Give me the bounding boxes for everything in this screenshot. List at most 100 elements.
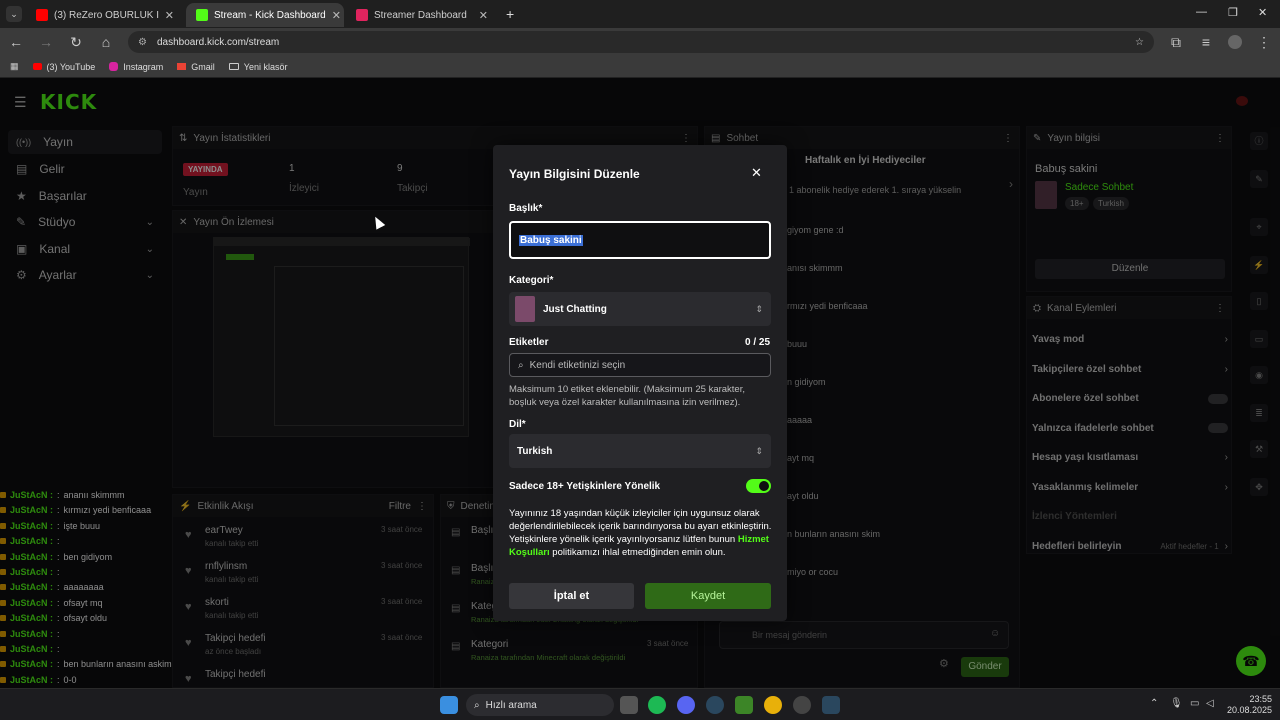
sidebar-item-gelir[interactable]: ▤ Gelir <box>8 157 162 181</box>
close-icon[interactable]: ✕ <box>332 9 341 22</box>
bookmark-instagram[interactable]: Instagram <box>109 62 163 72</box>
puzzle-icon[interactable]: ✥ <box>1250 478 1268 496</box>
toggle-switch[interactable] <box>1208 423 1228 433</box>
close-icon[interactable]: ✕ <box>479 9 488 22</box>
new-tab-button[interactable]: + <box>506 6 514 22</box>
bookmark-folder[interactable]: Yeni klasör <box>228 62 287 72</box>
taskbar-search[interactable]: ⌕ Hızlı arama <box>466 694 614 716</box>
gear-icon[interactable]: ⚙ <box>939 657 949 670</box>
minimize-button[interactable]: — <box>1196 6 1207 18</box>
bookmark-youtube[interactable]: (3) YouTube <box>32 62 95 72</box>
channel-action-item[interactable]: Yalnızca ifadelerle sohbet <box>1032 423 1228 434</box>
url-text: dashboard.kick.com/stream <box>156 36 280 48</box>
file-explorer-icon[interactable] <box>620 696 638 714</box>
channel-action-item[interactable]: Yavaş mod › <box>1032 334 1228 345</box>
tab-kick-dashboard[interactable]: Stream - Kick Dashboard ✕ <box>186 3 344 27</box>
media-icon[interactable]: ≡ <box>1198 34 1214 50</box>
app-icon[interactable] <box>793 696 811 714</box>
sidebar-item-studyo[interactable]: ✎ Stüdyo ⌄ <box>8 210 162 234</box>
extensions-icon[interactable]: ⧉ <box>1168 34 1184 51</box>
language-select[interactable]: Turkish ⇕ <box>509 434 771 468</box>
sidebar-item-kanal[interactable]: ▣ Kanal ⌄ <box>8 237 162 261</box>
close-icon[interactable]: ✕ <box>751 165 762 181</box>
lightning-icon[interactable]: ⚡ <box>1250 256 1268 274</box>
sidebar-item-basarilar[interactable]: ★ Başarılar <box>8 184 162 208</box>
toggle-switch[interactable] <box>1208 393 1228 404</box>
channel-action-item[interactable]: Yasaklanmış kelimeler › <box>1032 482 1228 493</box>
chat-username: JuStAcN : <box>10 520 54 531</box>
discord-icon[interactable] <box>677 696 695 714</box>
spotify-icon[interactable] <box>648 696 666 714</box>
bookmark-gmail[interactable]: Gmail <box>177 62 215 72</box>
chat-input[interactable]: Bir mesaj gönderin ☺ <box>719 621 1009 649</box>
mature-help-part: Yayınınız 18 yaşından küçük izleyiciler … <box>509 508 772 545</box>
send-button[interactable]: Gönder <box>961 657 1009 677</box>
channel-action-item[interactable]: Abonelere özel sohbet <box>1032 393 1228 404</box>
site-info-icon[interactable]: ⚙ <box>138 37 147 48</box>
target-icon[interactable]: ⌖ <box>1250 218 1268 236</box>
more-icon[interactable]: ⋮ <box>1215 133 1225 144</box>
category-link[interactable]: Sadece Sohbet <box>1065 182 1133 193</box>
edit-button[interactable]: Düzenle <box>1035 259 1225 279</box>
bookmark-star-icon[interactable]: ☆ <box>1135 37 1144 48</box>
notification-icon[interactable] <box>1236 96 1248 106</box>
save-button[interactable]: Kaydet <box>645 583 771 609</box>
mature-toggle[interactable] <box>746 479 771 493</box>
emoji-icon[interactable]: ☺ <box>990 628 1000 639</box>
category-select[interactable]: Just Chatting ⇕ <box>509 292 771 326</box>
tray-chevron-icon[interactable]: ⌃ <box>1150 698 1158 709</box>
tab-youtube[interactable]: (3) ReZero OBURLUK IF TÜRKÇ ✕ <box>26 3 184 27</box>
more-icon[interactable]: ⋮ <box>1215 303 1225 314</box>
apps-icon[interactable]: ▦ <box>10 61 19 72</box>
hamburger-icon[interactable]: ☰ <box>14 94 27 111</box>
channel-action-item[interactable]: Hesap yaşı kısıtlaması › <box>1032 452 1228 463</box>
menu-icon[interactable]: ⋮ <box>1256 34 1272 51</box>
volume-icon[interactable]: ◁ <box>1206 698 1214 709</box>
support-button[interactable]: ☎ <box>1236 646 1266 676</box>
filter-button[interactable]: Filtre <box>389 501 411 512</box>
chevron-right-icon[interactable]: › <box>1009 177 1013 191</box>
badge-icon <box>0 553 6 560</box>
sidebar-item-ayarlar[interactable]: ⚙ Ayarlar ⌄ <box>8 263 162 287</box>
close-window-button[interactable]: ✕ <box>1258 6 1267 19</box>
info-icon[interactable]: ⓘ <box>1250 132 1268 150</box>
channel-action-item[interactable]: İzlenci Yöntemleri <box>1032 511 1228 522</box>
cancel-button[interactable]: İptal et <box>509 583 634 609</box>
tab-streamer-dashboard[interactable]: Streamer Dashboard ✕ <box>346 3 498 27</box>
url-field[interactable]: ⚙ dashboard.kick.com/stream ☆ <box>128 31 1154 53</box>
minecraft-icon[interactable] <box>735 696 753 714</box>
chrome-icon[interactable] <box>764 696 782 714</box>
pencil-icon[interactable]: ✎ <box>1250 170 1268 188</box>
channel-action-item[interactable]: Takipçilere özel sohbet › <box>1032 364 1228 375</box>
wrench-icon[interactable]: ⚒ <box>1250 440 1268 458</box>
clock[interactable]: 23:55 20.08.2025 <box>1226 694 1272 716</box>
windows-start-icon[interactable] <box>440 696 458 714</box>
close-icon[interactable]: ✕ <box>165 9 174 22</box>
file-icon[interactable]: ▯ <box>1250 292 1268 310</box>
forward-icon[interactable]: → <box>38 34 54 50</box>
title-input[interactable]: Babuş sakini <box>509 221 771 259</box>
badge-icon <box>0 492 6 498</box>
broadcast-icon[interactable]: ◉ <box>1250 366 1268 384</box>
microphone-icon[interactable]: 🎙︎ <box>1170 698 1183 709</box>
back-icon[interactable]: ← <box>8 34 24 50</box>
more-icon[interactable]: ⋮ <box>681 133 691 144</box>
more-icon[interactable]: ⋮ <box>417 501 427 512</box>
list-icon[interactable]: ≣ <box>1250 404 1268 422</box>
reload-icon[interactable]: ↻ <box>68 34 84 51</box>
steam-icon[interactable] <box>706 696 724 714</box>
activity-panel: ⚡ Etkinlik Akışı Filtre ⋮ ♥ earTwey kanalı ta… <box>172 494 434 688</box>
kick-logo[interactable]: KICK <box>40 90 97 114</box>
more-icon[interactable]: ⋮ <box>1003 133 1013 144</box>
tags-input[interactable]: ⌕ Kendi etiketinizi seçin <box>509 353 771 377</box>
channel-action-item[interactable]: Hedefleri belirleyin Aktif hedefler - 1 › <box>1032 541 1228 552</box>
sidebar-item-yayin[interactable]: ((•)) Yayın <box>8 130 162 154</box>
network-icon[interactable]: ▭ <box>1190 698 1199 709</box>
tab-list-icon[interactable]: ⌄ <box>6 6 22 22</box>
steam-icon[interactable] <box>822 696 840 714</box>
profile-avatar[interactable] <box>1228 35 1242 49</box>
stream-info-panel: ✎ Yayın bilgisi ⋮ Babuş sakini Sadece Sohb… <box>1026 126 1232 292</box>
chat-icon[interactable]: ▭ <box>1250 330 1268 348</box>
maximize-button[interactable]: ❐ <box>1228 6 1238 19</box>
home-icon[interactable]: ⌂ <box>98 34 114 50</box>
